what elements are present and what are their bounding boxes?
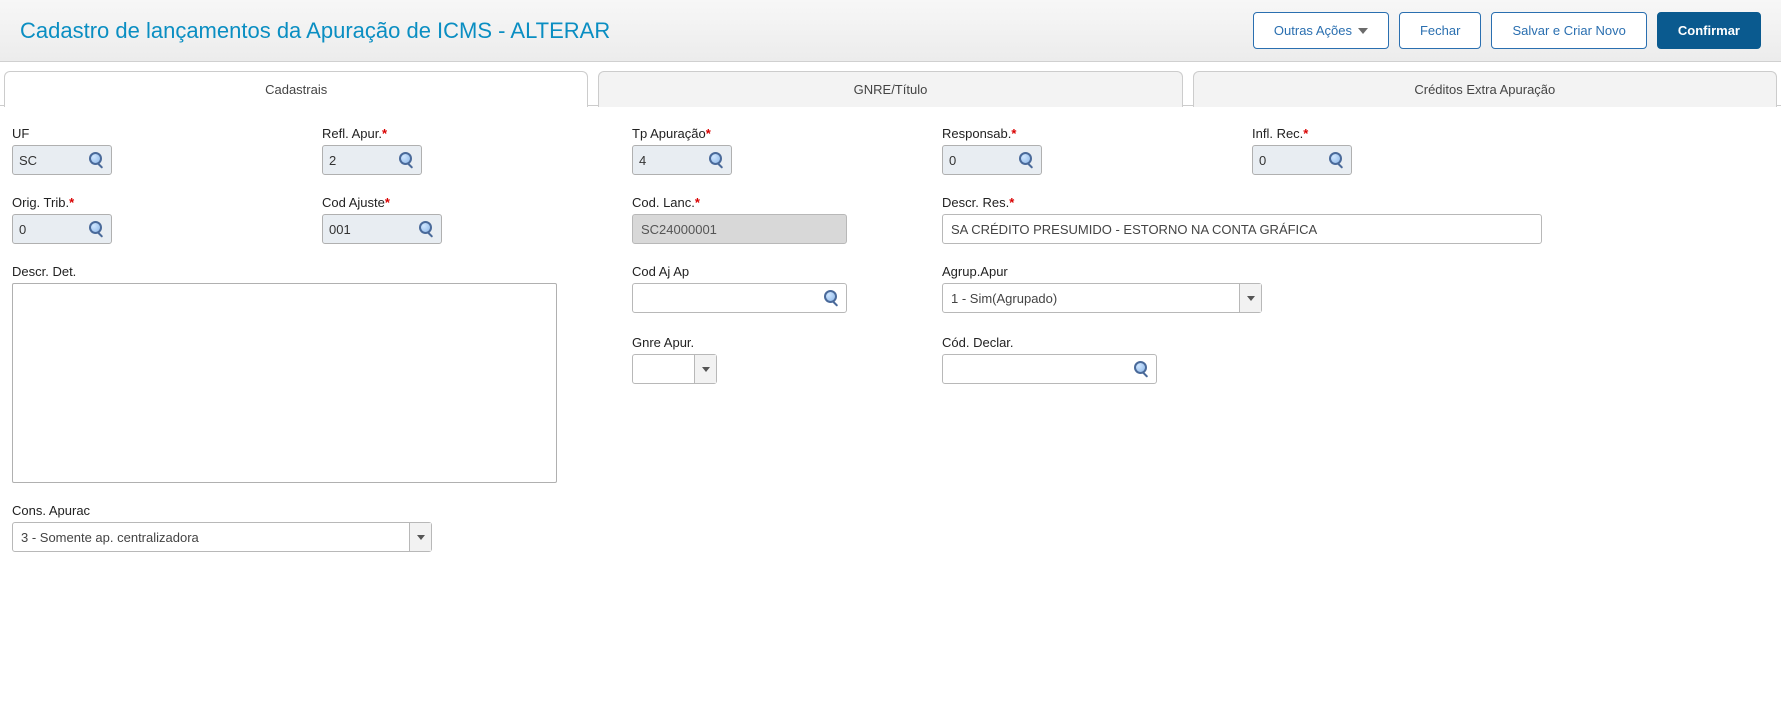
tab-cadastrais[interactable]: Cadastrais bbox=[4, 71, 588, 107]
label-refl-apur: Refl. Apur.* bbox=[322, 126, 632, 141]
infl-rec-input[interactable] bbox=[1259, 153, 1329, 168]
search-icon bbox=[419, 221, 435, 237]
field-orig-trib: Orig. Trib.* bbox=[12, 195, 322, 244]
descr-res-input[interactable] bbox=[942, 214, 1542, 244]
tab-creditos-extra[interactable]: Créditos Extra Apuração bbox=[1193, 71, 1777, 107]
cod-lanc-input bbox=[632, 214, 847, 244]
search-icon bbox=[1134, 361, 1150, 377]
field-uf: UF bbox=[12, 126, 322, 175]
field-gnre-apur: Gnre Apur. bbox=[632, 335, 942, 384]
other-actions-label: Outras Ações bbox=[1274, 23, 1352, 38]
dropdown-arrow-icon bbox=[694, 355, 716, 383]
field-tp-apur: Tp Apuração* bbox=[632, 126, 942, 175]
search-icon bbox=[1329, 152, 1345, 168]
cons-apurac-value: 3 - Somente ap. centralizadora bbox=[13, 530, 409, 545]
refl-apur-input[interactable] bbox=[329, 153, 399, 168]
cod-aj-ap-lookup[interactable] bbox=[632, 283, 847, 313]
page-title: Cadastro de lançamentos da Apuração de I… bbox=[20, 18, 610, 44]
close-button[interactable]: Fechar bbox=[1399, 12, 1481, 49]
label-responsab: Responsab.* bbox=[942, 126, 1252, 141]
cod-declar-lookup[interactable] bbox=[942, 354, 1157, 384]
dropdown-arrow-icon bbox=[1239, 284, 1261, 312]
agrup-apur-select[interactable]: 1 - Sim(Agrupado) bbox=[942, 283, 1262, 313]
label-orig-trib: Orig. Trib.* bbox=[12, 195, 322, 210]
uf-input[interactable] bbox=[19, 153, 89, 168]
field-infl-rec: Infl. Rec.* bbox=[1252, 126, 1562, 175]
field-descr-res: Descr. Res.* bbox=[942, 195, 1562, 244]
dropdown-arrow-icon bbox=[409, 523, 431, 551]
form-row-1: UF Refl. Apur.* Tp Apuração* Responsab.* bbox=[12, 120, 1769, 189]
other-actions-button[interactable]: Outras Ações bbox=[1253, 12, 1389, 49]
descr-det-textarea[interactable] bbox=[12, 283, 557, 483]
label-cod-declar: Cód. Declar. bbox=[942, 335, 1282, 350]
label-descr-res: Descr. Res.* bbox=[942, 195, 1562, 210]
tab-bar: Cadastrais GNRE/Título Créditos Extra Ap… bbox=[4, 70, 1777, 106]
cod-aj-ap-input[interactable] bbox=[639, 291, 824, 306]
orig-trib-lookup[interactable] bbox=[12, 214, 112, 244]
label-uf: UF bbox=[12, 126, 322, 141]
label-cod-lanc: Cod. Lanc.* bbox=[632, 195, 942, 210]
cod-declar-input[interactable] bbox=[949, 362, 1134, 377]
search-icon bbox=[89, 152, 105, 168]
label-cod-ajuste: Cod Ajuste* bbox=[322, 195, 632, 210]
label-cons-apurac: Cons. Apurac bbox=[12, 503, 432, 518]
cod-ajuste-input[interactable] bbox=[329, 222, 419, 237]
form-row-3: Descr. Det. Cod Aj Ap Gnre Apur. bbox=[12, 258, 1769, 497]
cod-ajuste-lookup[interactable] bbox=[322, 214, 442, 244]
field-cod-declar: Cód. Declar. bbox=[942, 335, 1282, 384]
search-icon bbox=[89, 221, 105, 237]
header-bar: Cadastro de lançamentos da Apuração de I… bbox=[0, 0, 1781, 62]
chevron-down-icon bbox=[1358, 28, 1368, 34]
cons-apurac-select[interactable]: 3 - Somente ap. centralizadora bbox=[12, 522, 432, 552]
label-agrup-apur: Agrup.Apur bbox=[942, 264, 1282, 279]
field-refl-apur: Refl. Apur.* bbox=[322, 126, 632, 175]
label-infl-rec: Infl. Rec.* bbox=[1252, 126, 1562, 141]
field-descr-det: Descr. Det. bbox=[12, 264, 632, 483]
confirm-button[interactable]: Confirmar bbox=[1657, 12, 1761, 49]
gnre-apur-select[interactable] bbox=[632, 354, 717, 384]
field-cod-ajuste: Cod Ajuste* bbox=[322, 195, 632, 244]
field-responsab: Responsab.* bbox=[942, 126, 1252, 175]
form-row-4: Cons. Apurac 3 - Somente ap. centralizad… bbox=[12, 497, 1769, 566]
form-row-2: Orig. Trib.* Cod Ajuste* Cod. Lanc.* Des… bbox=[12, 189, 1769, 258]
tab-gnre-titulo[interactable]: GNRE/Título bbox=[598, 71, 1182, 107]
field-agrup-apur: Agrup.Apur 1 - Sim(Agrupado) bbox=[942, 264, 1282, 313]
responsab-lookup[interactable] bbox=[942, 145, 1042, 175]
search-icon bbox=[399, 152, 415, 168]
label-gnre-apur: Gnre Apur. bbox=[632, 335, 942, 350]
field-cod-lanc: Cod. Lanc.* bbox=[632, 195, 942, 244]
header-actions: Outras Ações Fechar Salvar e Criar Novo … bbox=[1253, 12, 1761, 49]
search-icon bbox=[1019, 152, 1035, 168]
label-tp-apur: Tp Apuração* bbox=[632, 126, 942, 141]
tp-apur-lookup[interactable] bbox=[632, 145, 732, 175]
orig-trib-input[interactable] bbox=[19, 222, 89, 237]
agrup-apur-value: 1 - Sim(Agrupado) bbox=[943, 291, 1239, 306]
responsab-input[interactable] bbox=[949, 153, 1019, 168]
save-new-button[interactable]: Salvar e Criar Novo bbox=[1491, 12, 1646, 49]
refl-apur-lookup[interactable] bbox=[322, 145, 422, 175]
label-descr-det: Descr. Det. bbox=[12, 264, 632, 279]
tp-apur-input[interactable] bbox=[639, 153, 709, 168]
form-area: UF Refl. Apur.* Tp Apuração* Responsab.* bbox=[0, 105, 1781, 586]
infl-rec-lookup[interactable] bbox=[1252, 145, 1352, 175]
field-cod-aj-ap: Cod Aj Ap bbox=[632, 264, 942, 313]
uf-lookup[interactable] bbox=[12, 145, 112, 175]
search-icon bbox=[709, 152, 725, 168]
field-cons-apurac: Cons. Apurac 3 - Somente ap. centralizad… bbox=[12, 503, 432, 552]
label-cod-aj-ap: Cod Aj Ap bbox=[632, 264, 942, 279]
search-icon bbox=[824, 290, 840, 306]
